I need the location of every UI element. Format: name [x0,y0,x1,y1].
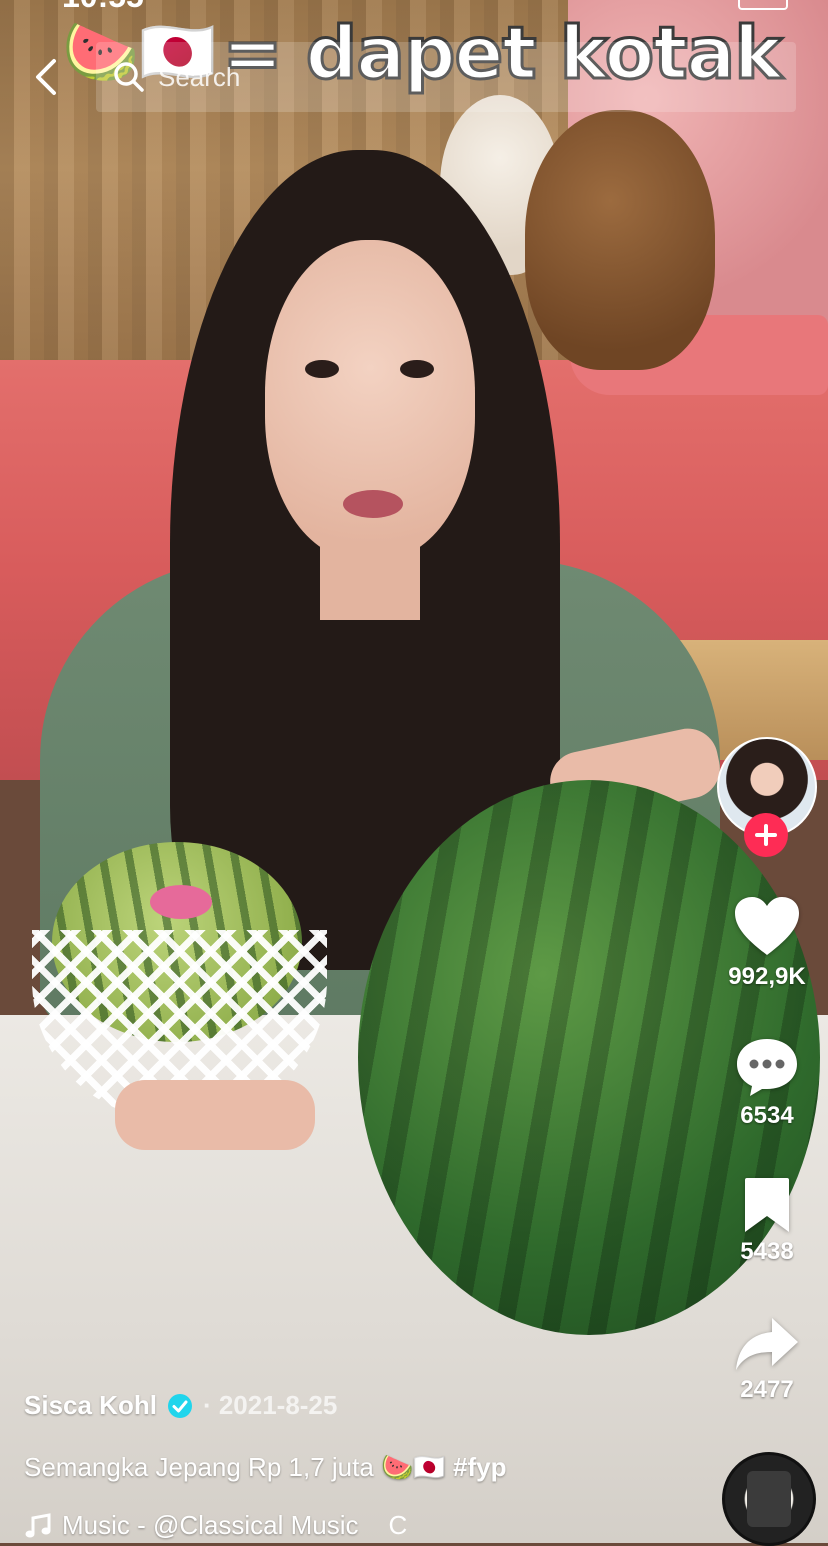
comment-icon [737,1039,797,1096]
video-frame[interactable] [0,0,828,1543]
search-input[interactable]: Search [96,42,796,112]
verified-badge-icon [167,1393,192,1418]
person-face [265,240,475,560]
creator-name[interactable]: Sisca Kohl [24,1390,157,1421]
music-disc-button[interactable] [722,1452,816,1546]
post-date: · 2021-8-25 [202,1390,338,1420]
share-arrow-icon [736,1318,798,1370]
plus-icon [755,824,777,846]
chevron-left-icon [36,59,56,95]
mouth [343,490,403,518]
brown-teddy-bear [525,110,715,370]
like-count: 992,9K [728,963,806,990]
share-button[interactable]: 2477 [712,1316,822,1404]
album-art-icon [747,1471,791,1527]
creator-row: Sisca Kohl · 2021-8-25 [24,1390,337,1421]
share-count: 2477 [740,1376,794,1403]
comment-count: 6534 [740,1102,794,1129]
bookmark-count: 5438 [740,1238,794,1265]
search-icon [114,62,144,92]
music-note-icon [25,1512,51,1537]
hand-holding-melon [115,1080,315,1150]
music-title-scroll: C [388,1510,408,1540]
creator-avatar-group[interactable] [717,737,817,857]
right-eye [400,360,434,378]
bookmark-icon [745,1178,789,1232]
music-title: Music - @Classical Music [62,1510,359,1540]
bookmark-button[interactable]: 5438 [712,1176,822,1266]
follow-button[interactable] [744,813,788,857]
search-placeholder: Search [158,61,241,92]
music-row[interactable]: Music - @Classical Music C [24,1510,454,1541]
comment-button[interactable]: 6534 [712,1036,822,1130]
hashtag-link[interactable]: #fyp [453,1452,506,1482]
back-button[interactable] [28,55,68,99]
left-eye [305,360,339,378]
melon-sticker [150,885,212,919]
description-text: Semangka Jepang Rp 1,7 juta 🍉🇯🇵 [24,1452,453,1482]
heart-icon [735,897,799,955]
video-description: Semangka Jepang Rp 1,7 juta 🍉🇯🇵 #fyp [24,1452,506,1483]
like-button[interactable]: 992,9K [712,895,822,991]
